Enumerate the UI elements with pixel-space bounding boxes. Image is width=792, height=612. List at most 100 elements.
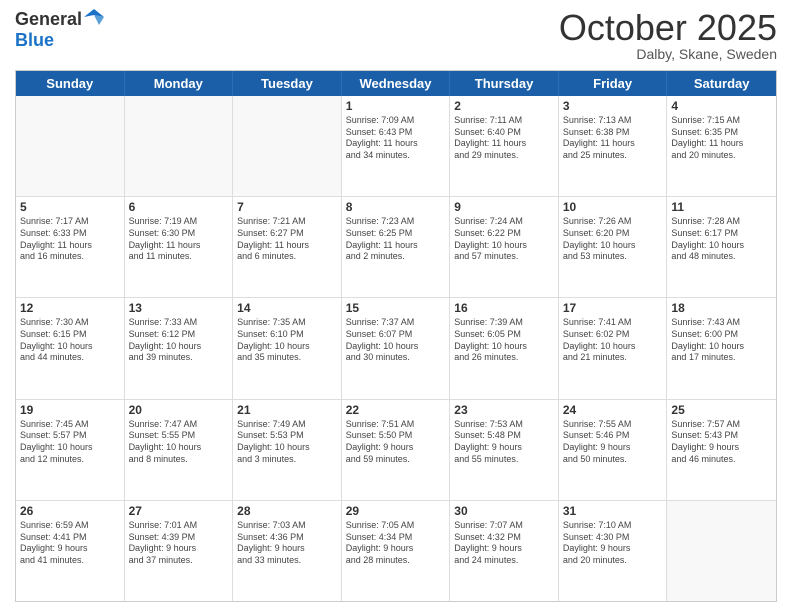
calendar-cell-r2-c1: 5Sunrise: 7:17 AM Sunset: 6:33 PM Daylig…: [16, 197, 125, 297]
calendar-cell-r5-c4: 29 Sunrise: 7:05 AM Sunset: 4:34 PM Dayli…: [342, 501, 451, 601]
day-number: 11: [671, 200, 772, 214]
calendar-cell-r4-c3: 21 Sunrise: 7:49 AM Sunset: 5:53 PM Dayli…: [233, 400, 342, 500]
calendar-cell-r2-c2: 6Sunrise: 7:19 AM Sunset: 6:30 PM Daylig…: [125, 197, 234, 297]
day-number: 7: [237, 200, 337, 214]
calendar-cell-r5-c1: 26 Sunrise: 6:59 AM Sunset: 4:41 PM Dayli…: [16, 501, 125, 601]
calendar-cell-r4-c7: 25 Sunrise: 7:57 AM Sunset: 5:43 PM Dayli…: [667, 400, 776, 500]
cell-text: Sunrise: 7:49 AM Sunset: 5:53 PM Dayligh…: [237, 419, 337, 466]
calendar-cell-r1-c5: 2 Sunrise: 7:11 AM Sunset: 6:40 PM Daylig…: [450, 96, 559, 196]
cell-text: Sunrise: 7:21 AM Sunset: 6:27 PM Dayligh…: [237, 216, 337, 263]
calendar-cell-r5-c6: 31Sunrise: 7:10 AM Sunset: 4:30 PM Dayli…: [559, 501, 668, 601]
cell-text: Sunrise: 7:23 AM Sunset: 6:25 PM Dayligh…: [346, 216, 446, 263]
day-number: 23: [454, 403, 554, 417]
header-wednesday: Wednesday: [342, 71, 451, 96]
calendar-cell-r5-c5: 30 Sunrise: 7:07 AM Sunset: 4:32 PM Dayli…: [450, 501, 559, 601]
day-number: 29: [346, 504, 446, 518]
calendar: Sunday Monday Tuesday Wednesday Thursday…: [15, 70, 777, 602]
calendar-cell-r3-c2: 13 Sunrise: 7:33 AM Sunset: 6:12 PM Dayli…: [125, 298, 234, 398]
cell-text: Sunrise: 7:03 AM Sunset: 4:36 PM Dayligh…: [237, 520, 337, 567]
cell-text: Sunrise: 7:53 AM Sunset: 5:48 PM Dayligh…: [454, 419, 554, 466]
calendar-cell-r3-c4: 15 Sunrise: 7:37 AM Sunset: 6:07 PM Dayli…: [342, 298, 451, 398]
cell-text: Sunrise: 7:37 AM Sunset: 6:07 PM Dayligh…: [346, 317, 446, 364]
day-number: 19: [20, 403, 120, 417]
cell-text: Sunrise: 6:59 AM Sunset: 4:41 PM Dayligh…: [20, 520, 120, 567]
day-number: 8: [346, 200, 446, 214]
cell-text: Sunrise: 7:24 AM Sunset: 6:22 PM Dayligh…: [454, 216, 554, 263]
calendar-cell-r4-c4: 22Sunrise: 7:51 AM Sunset: 5:50 PM Dayli…: [342, 400, 451, 500]
day-number: 12: [20, 301, 120, 315]
logo-blue: Blue: [15, 31, 104, 51]
day-number: 30: [454, 504, 554, 518]
cell-text: Sunrise: 7:26 AM Sunset: 6:20 PM Dayligh…: [563, 216, 663, 263]
calendar-cell-r3-c7: 18 Sunrise: 7:43 AM Sunset: 6:00 PM Dayli…: [667, 298, 776, 398]
calendar-cell-r3-c3: 14 Sunrise: 7:35 AM Sunset: 6:10 PM Dayli…: [233, 298, 342, 398]
calendar-row-2: 5Sunrise: 7:17 AM Sunset: 6:33 PM Daylig…: [16, 197, 776, 298]
cell-text: Sunrise: 7:30 AM Sunset: 6:15 PM Dayligh…: [20, 317, 120, 364]
day-number: 24: [563, 403, 663, 417]
day-number: 4: [671, 99, 772, 113]
day-number: 21: [237, 403, 337, 417]
calendar-cell-r4-c1: 19Sunrise: 7:45 AM Sunset: 5:57 PM Dayli…: [16, 400, 125, 500]
cell-text: Sunrise: 7:28 AM Sunset: 6:17 PM Dayligh…: [671, 216, 772, 263]
day-number: 1: [346, 99, 446, 113]
calendar-cell-r1-c7: 4 Sunrise: 7:15 AM Sunset: 6:35 PM Daylig…: [667, 96, 776, 196]
day-number: 20: [129, 403, 229, 417]
day-number: 18: [671, 301, 772, 315]
header-sunday: Sunday: [16, 71, 125, 96]
cell-text: Sunrise: 7:11 AM Sunset: 6:40 PM Dayligh…: [454, 115, 554, 162]
calendar-row-5: 26 Sunrise: 6:59 AM Sunset: 4:41 PM Dayli…: [16, 501, 776, 601]
cell-text: Sunrise: 7:41 AM Sunset: 6:02 PM Dayligh…: [563, 317, 663, 364]
title-area: October 2025 Dalby, Skane, Sweden: [559, 10, 777, 62]
day-number: 28: [237, 504, 337, 518]
cell-text: Sunrise: 7:05 AM Sunset: 4:34 PM Dayligh…: [346, 520, 446, 567]
calendar-cell-r5-c7: [667, 501, 776, 601]
calendar-cell-r3-c5: 16 Sunrise: 7:39 AM Sunset: 6:05 PM Dayli…: [450, 298, 559, 398]
calendar-cell-r2-c3: 7 Sunrise: 7:21 AM Sunset: 6:27 PM Daylig…: [233, 197, 342, 297]
cell-text: Sunrise: 7:15 AM Sunset: 6:35 PM Dayligh…: [671, 115, 772, 162]
day-number: 13: [129, 301, 229, 315]
calendar-cell-r4-c6: 24Sunrise: 7:55 AM Sunset: 5:46 PM Dayli…: [559, 400, 668, 500]
day-number: 25: [671, 403, 772, 417]
logo-bird-icon: [84, 7, 104, 31]
calendar-cell-r4-c5: 23 Sunrise: 7:53 AM Sunset: 5:48 PM Dayli…: [450, 400, 559, 500]
calendar-row-1: 1 Sunrise: 7:09 AM Sunset: 6:43 PM Daylig…: [16, 96, 776, 197]
calendar-cell-r2-c4: 8 Sunrise: 7:23 AM Sunset: 6:25 PM Daylig…: [342, 197, 451, 297]
day-number: 26: [20, 504, 120, 518]
logo-text: General Blue: [15, 10, 104, 51]
day-number: 5: [20, 200, 120, 214]
day-number: 10: [563, 200, 663, 214]
cell-text: Sunrise: 7:39 AM Sunset: 6:05 PM Dayligh…: [454, 317, 554, 364]
cell-text: Sunrise: 7:09 AM Sunset: 6:43 PM Dayligh…: [346, 115, 446, 162]
cell-text: Sunrise: 7:13 AM Sunset: 6:38 PM Dayligh…: [563, 115, 663, 162]
calendar-body: 1 Sunrise: 7:09 AM Sunset: 6:43 PM Daylig…: [16, 96, 776, 601]
logo: General Blue: [15, 10, 104, 51]
header-thursday: Thursday: [450, 71, 559, 96]
cell-text: Sunrise: 7:33 AM Sunset: 6:12 PM Dayligh…: [129, 317, 229, 364]
cell-text: Sunrise: 7:43 AM Sunset: 6:00 PM Dayligh…: [671, 317, 772, 364]
cell-text: Sunrise: 7:35 AM Sunset: 6:10 PM Dayligh…: [237, 317, 337, 364]
header-friday: Friday: [559, 71, 668, 96]
calendar-cell-r2-c6: 10 Sunrise: 7:26 AM Sunset: 6:20 PM Dayli…: [559, 197, 668, 297]
calendar-cell-r5-c2: 27Sunrise: 7:01 AM Sunset: 4:39 PM Dayli…: [125, 501, 234, 601]
day-number: 15: [346, 301, 446, 315]
calendar-cell-r1-c6: 3Sunrise: 7:13 AM Sunset: 6:38 PM Daylig…: [559, 96, 668, 196]
page: General Blue October 2025 Dalby, Skane, …: [0, 0, 792, 612]
calendar-row-3: 12 Sunrise: 7:30 AM Sunset: 6:15 PM Dayli…: [16, 298, 776, 399]
calendar-cell-r2-c5: 9Sunrise: 7:24 AM Sunset: 6:22 PM Daylig…: [450, 197, 559, 297]
day-number: 17: [563, 301, 663, 315]
header: General Blue October 2025 Dalby, Skane, …: [15, 10, 777, 62]
calendar-cell-r1-c4: 1 Sunrise: 7:09 AM Sunset: 6:43 PM Daylig…: [342, 96, 451, 196]
calendar-cell-r2-c7: 11 Sunrise: 7:28 AM Sunset: 6:17 PM Dayli…: [667, 197, 776, 297]
cell-text: Sunrise: 7:19 AM Sunset: 6:30 PM Dayligh…: [129, 216, 229, 263]
cell-text: Sunrise: 7:57 AM Sunset: 5:43 PM Dayligh…: [671, 419, 772, 466]
day-number: 31: [563, 504, 663, 518]
header-saturday: Saturday: [667, 71, 776, 96]
day-number: 2: [454, 99, 554, 113]
calendar-header: Sunday Monday Tuesday Wednesday Thursday…: [16, 71, 776, 96]
day-number: 14: [237, 301, 337, 315]
logo-general: General: [15, 10, 104, 31]
calendar-cell-r1-c3: [233, 96, 342, 196]
day-number: 16: [454, 301, 554, 315]
cell-text: Sunrise: 7:07 AM Sunset: 4:32 PM Dayligh…: [454, 520, 554, 567]
header-monday: Monday: [125, 71, 234, 96]
